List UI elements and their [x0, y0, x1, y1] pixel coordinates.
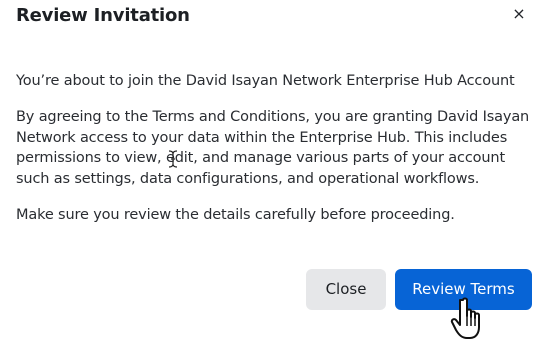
close-icon[interactable]: × [510, 4, 528, 24]
terms-details-text: By agreeing to the Terms and Conditions,… [16, 109, 530, 187]
reminder-text: Make sure you review the details careful… [16, 207, 455, 223]
i-beam-cursor-icon [168, 150, 178, 168]
dialog-title: Review Invitation [16, 5, 190, 26]
close-button[interactable]: Close [306, 269, 386, 310]
hand-pointer-cursor-icon [450, 297, 480, 339]
intro-text: You’re about to join the David Isayan Ne… [16, 73, 515, 89]
review-invitation-dialog: Review Invitation × You’re about to join… [0, 0, 543, 341]
